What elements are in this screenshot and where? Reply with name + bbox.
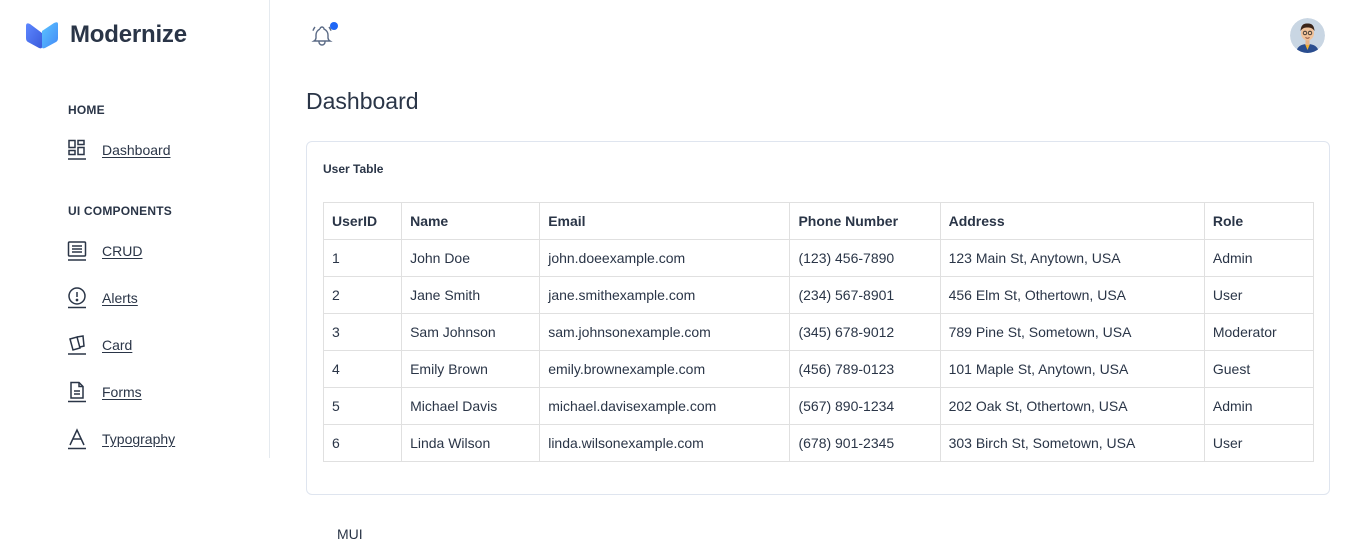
table-cell: 123 Main St, Anytown, USA: [939, 239, 1205, 277]
table-cell: 303 Birch St, Sometown, USA: [939, 424, 1205, 462]
table-cell: 202 Oak St, Othertown, USA: [939, 387, 1205, 425]
column-header: Name: [401, 202, 541, 240]
column-header: UserID: [322, 202, 403, 240]
table-cell: (567) 890-1234: [789, 387, 941, 425]
table-cell: Moderator: [1203, 313, 1315, 351]
page-title: Dashboard: [306, 88, 419, 114]
card-title: User Table: [323, 162, 384, 176]
table-cell: (234) 567-8901: [789, 276, 941, 314]
table-cell: Guest: [1203, 350, 1315, 388]
table-cell: jane.smithexample.com: [539, 276, 791, 314]
user-avatar[interactable]: [1290, 18, 1325, 53]
user-table-card: User Table UserID Name Email Phone Numbe…: [306, 141, 1330, 495]
table-cell: (678) 901-2345: [789, 424, 941, 462]
list-details-icon: [66, 240, 88, 262]
table-cell: John Doe: [401, 239, 541, 277]
brand-name: Modernize: [70, 21, 187, 48]
sidebar-item-card[interactable]: Card: [66, 331, 132, 359]
table-cell: Admin: [1203, 387, 1315, 425]
table-cell: Jane Smith: [401, 276, 541, 314]
table-row: 5 Michael Davis michael.davisexample.com…: [322, 387, 1315, 425]
table-cell: Linda Wilson: [401, 424, 541, 462]
modernize-logo-icon: [26, 22, 58, 49]
table-cell: michael.davisexample.com: [539, 387, 791, 425]
nav-caption-home: HOME: [68, 103, 105, 117]
nav-caption-ui-components: UI COMPONENTS: [68, 204, 172, 218]
table-row: 2 Jane Smith jane.smithexample.com (234)…: [322, 276, 1315, 314]
table-cell: 5: [322, 387, 403, 425]
table-cell: Emily Brown: [401, 350, 541, 388]
typography-icon: [66, 428, 88, 450]
column-header: Role: [1203, 202, 1315, 240]
table-cell: 2: [322, 276, 403, 314]
file-description-icon: [66, 381, 88, 403]
table-cell: User: [1203, 276, 1315, 314]
table-cell: User: [1203, 424, 1315, 462]
column-header: Email: [539, 202, 791, 240]
sidebar-item-label: Alerts: [102, 290, 138, 306]
table-cell: 1: [322, 239, 403, 277]
table-cell: 3: [322, 313, 403, 351]
table-cell: Sam Johnson: [401, 313, 541, 351]
sidebar-item-typography[interactable]: Typography: [66, 425, 175, 453]
table-cell: 456 Elm St, Othertown, USA: [939, 276, 1205, 314]
table-cell: (123) 456-7890: [789, 239, 941, 277]
table-cell: (345) 678-9012: [789, 313, 941, 351]
table-cell: 789 Pine St, Sometown, USA: [939, 313, 1205, 351]
table-cell: linda.wilsonexample.com: [539, 424, 791, 462]
sidebar-item-forms[interactable]: Forms: [66, 378, 142, 406]
table-cell: 101 Maple St, Anytown, USA: [939, 350, 1205, 388]
table-row: 3 Sam Johnson sam.johnsonexample.com (34…: [322, 313, 1315, 351]
table-cell: Admin: [1203, 239, 1315, 277]
sidebar: Modernize HOME Dashboard UI COMPONENTS C…: [0, 0, 270, 458]
sidebar-item-label: Dashboard: [102, 142, 171, 158]
table-cell: emily.brownexample.com: [539, 350, 791, 388]
sidebar-item-dashboard[interactable]: Dashboard: [66, 136, 171, 164]
cards-icon: [66, 334, 88, 356]
sidebar-item-crud[interactable]: CRUD: [66, 237, 142, 265]
table-cell: (456) 789-0123: [789, 350, 941, 388]
sidebar-item-label: Card: [102, 337, 133, 353]
column-header: Address: [939, 202, 1205, 240]
table-cell: Michael Davis: [401, 387, 541, 425]
table-cell: 6: [322, 424, 403, 462]
table-row: 1 John Doe john.doeexample.com (123) 456…: [322, 239, 1315, 277]
notification-badge: [330, 22, 338, 30]
user-table: UserID Name Email Phone Number Address R…: [322, 202, 1315, 462]
avatar-image: [1290, 18, 1325, 53]
alert-circle-icon: [66, 287, 88, 309]
table-cell: sam.johnsonexample.com: [539, 313, 791, 351]
table-row: 6 Linda Wilson linda.wilsonexample.com (…: [322, 424, 1315, 462]
dashboard-icon: [66, 139, 88, 161]
brand-logo[interactable]: Modernize: [24, 20, 187, 50]
column-header: Phone Number: [789, 202, 941, 240]
sidebar-item-alerts[interactable]: Alerts: [66, 284, 138, 312]
table-cell: 4: [322, 350, 403, 388]
table-header-row: UserID Name Email Phone Number Address R…: [322, 202, 1315, 240]
footer-text: MUI: [337, 526, 363, 542]
sidebar-item-label: Typography: [102, 431, 176, 447]
sidebar-item-label: Forms: [102, 384, 142, 400]
sidebar-item-label: CRUD: [102, 243, 143, 259]
table-row: 4 Emily Brown emily.brownexample.com (45…: [322, 350, 1315, 388]
table-cell: john.doeexample.com: [539, 239, 791, 277]
